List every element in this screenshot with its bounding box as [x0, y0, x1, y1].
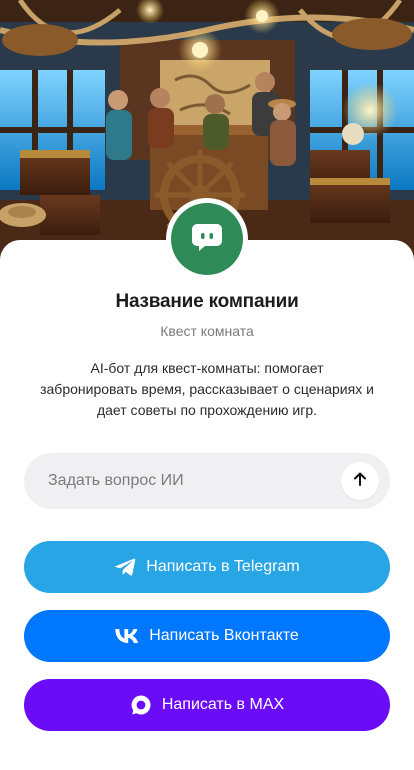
- vk-button[interactable]: Написать Вконтакте: [24, 610, 390, 662]
- telegram-icon: [114, 557, 136, 577]
- max-icon: [130, 694, 152, 716]
- chat-bot-icon: [190, 220, 224, 259]
- ask-ai-input[interactable]: [24, 453, 341, 509]
- arrow-up-icon: [352, 471, 368, 492]
- ask-ai-field: [24, 453, 390, 509]
- company-description: AI-бот для квест-комнаты: помогает забро…: [40, 360, 374, 418]
- max-button[interactable]: Написать в MAX: [24, 679, 390, 731]
- avatar-circle: [171, 203, 243, 275]
- vk-icon: [115, 629, 139, 643]
- vk-button-label: Написать Вконтакте: [149, 627, 299, 644]
- company-title: Название компании: [115, 291, 299, 312]
- telegram-button-label: Написать в Telegram: [146, 558, 300, 575]
- telegram-button[interactable]: Написать в Telegram: [24, 541, 390, 593]
- max-button-label: Написать в MAX: [161, 696, 285, 713]
- company-subtitle: Квест комната: [160, 323, 254, 339]
- send-button[interactable]: [341, 462, 379, 500]
- company-avatar: [166, 198, 248, 280]
